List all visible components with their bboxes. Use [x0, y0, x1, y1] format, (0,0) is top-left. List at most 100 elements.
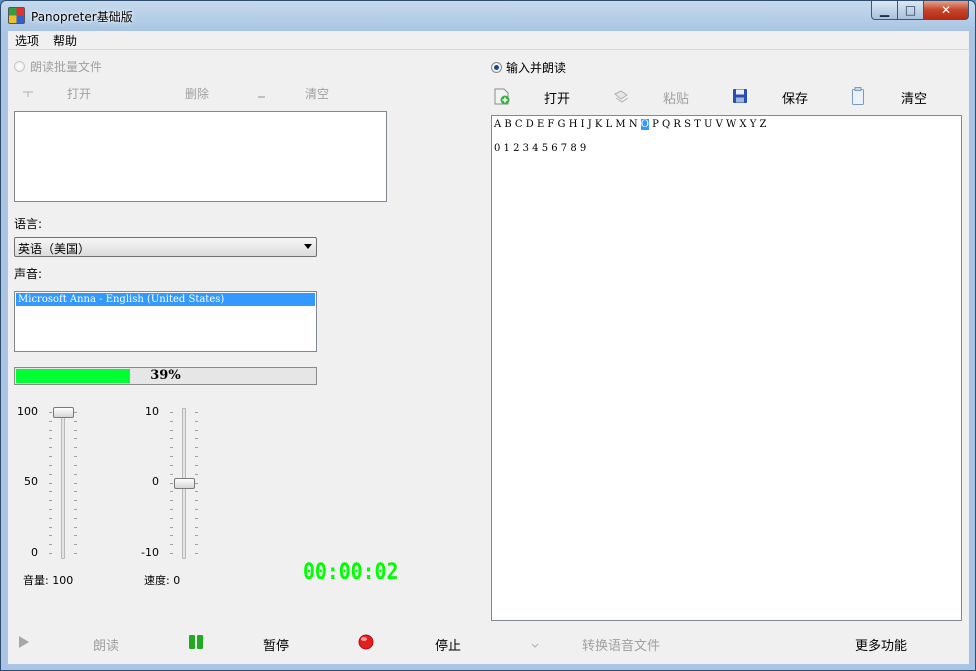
slider-tick	[170, 421, 173, 422]
save-button[interactable]: 保存	[782, 88, 808, 107]
text-line-1-after: P Q R S T U V W X Y Z	[648, 119, 767, 130]
slider-tick	[170, 447, 173, 448]
open-button[interactable]: 打开	[544, 88, 570, 107]
slider-tick	[49, 438, 52, 439]
play-icon	[19, 636, 29, 648]
read-button[interactable]: 朗读	[93, 635, 119, 654]
voice-list-item[interactable]: Microsoft Anna - English (United States)	[16, 293, 315, 306]
volume-tick-max: 100	[17, 405, 38, 418]
slider-tick	[74, 553, 77, 554]
language-select[interactable]: 英语（美国）	[14, 237, 317, 257]
slider-tick	[195, 456, 198, 457]
volume-label-text: 音量:	[23, 574, 49, 587]
elapsed-timer: 00:00:02	[303, 560, 399, 585]
slider-tick	[195, 509, 198, 510]
speed-label-text: 速度:	[144, 574, 170, 587]
speed-slider-thumb[interactable]	[174, 478, 195, 489]
slider-tick	[195, 465, 198, 466]
slider-tick	[74, 456, 77, 457]
slider-tick	[195, 447, 198, 448]
slider-tick	[74, 438, 77, 439]
window-controls: ▁ □ ✕	[871, 1, 969, 21]
slider-tick	[74, 527, 77, 528]
text-input-area[interactable]: A B C D E F G H I J K L M N O P Q R S T …	[491, 115, 962, 621]
text-selection: O	[640, 119, 649, 130]
open-folder-icon	[23, 91, 33, 97]
voice-label: 声音:	[14, 267, 43, 281]
volume-slider-thumb[interactable]	[53, 407, 74, 418]
slider-tick	[74, 474, 77, 475]
maximize-button[interactable]: □	[898, 1, 924, 20]
clear-button[interactable]: 清空	[901, 88, 927, 107]
menu-help[interactable]: 帮助	[46, 32, 84, 49]
speed-value: 0	[173, 574, 181, 587]
app-window: Panopreter基础版 ▁ □ ✕ 选项 帮助 朗读批量文件 打开 删除 清…	[0, 0, 976, 671]
stop-icon	[358, 634, 374, 650]
slider-tick	[49, 535, 52, 536]
batch-delete-button[interactable]: 删除	[185, 85, 209, 102]
slider-tick	[195, 553, 198, 554]
stop-button[interactable]: 停止	[435, 635, 461, 654]
text-line-1-before: A B C D E F G H I J K L M N	[494, 119, 641, 130]
text-line-1: A B C D E F G H I J K L M N O P Q R S T …	[494, 119, 767, 130]
slider-tick	[49, 421, 52, 422]
menu-bar: 选项 帮助	[8, 31, 969, 50]
slider-tick	[74, 465, 77, 466]
more-features-button[interactable]: 更多功能	[855, 635, 907, 654]
batch-files-label: 朗读批量文件	[30, 60, 103, 74]
speed-tick-mid: 0	[152, 475, 159, 488]
pause-icon	[189, 635, 203, 649]
slider-tick	[74, 447, 77, 448]
close-icon: ✕	[940, 3, 952, 17]
pause-button[interactable]: 暂停	[263, 635, 289, 654]
paste-button[interactable]: 粘贴	[663, 88, 689, 107]
slider-tick	[170, 553, 173, 554]
slider-tick	[49, 491, 52, 492]
slider-tick	[49, 474, 52, 475]
voice-list[interactable]: Microsoft Anna - English (United States)	[14, 291, 317, 352]
slider-tick	[195, 491, 198, 492]
slider-tick	[74, 535, 77, 536]
close-button[interactable]: ✕	[924, 1, 969, 20]
slider-tick	[49, 527, 52, 528]
slider-tick	[195, 412, 198, 413]
slider-tick	[170, 544, 173, 545]
slider-tick	[49, 465, 52, 466]
slider-tick	[170, 500, 173, 501]
slider-tick	[195, 421, 198, 422]
speed-tick-min: -10	[141, 546, 159, 559]
input-read-radio[interactable]	[491, 62, 502, 73]
convert-audio-button[interactable]: 转换语音文件	[582, 635, 660, 654]
language-label: 语言:	[14, 217, 43, 231]
slider-tick	[49, 500, 52, 501]
slider-tick	[49, 509, 52, 510]
slider-tick	[49, 553, 52, 554]
slider-tick	[170, 518, 173, 519]
slider-tick	[170, 527, 173, 528]
menu-options[interactable]: 选项	[8, 32, 46, 49]
clear-list-icon	[258, 96, 265, 98]
batch-file-list[interactable]	[14, 111, 387, 202]
paste-icon	[614, 90, 629, 103]
minimize-button[interactable]: ▁	[871, 1, 898, 20]
batch-files-radio[interactable]	[14, 61, 25, 72]
slider-tick	[74, 500, 77, 501]
slider-tick	[170, 474, 173, 475]
slider-tick	[170, 438, 173, 439]
slider-tick	[170, 483, 173, 484]
main-panel: 朗读批量文件 打开 删除 清空 语言: 英语（美国） 声音: Microsoft…	[8, 50, 969, 664]
slider-tick	[195, 430, 198, 431]
input-read-label: 输入并朗读	[506, 61, 567, 75]
volume-value: 100	[52, 574, 74, 587]
slider-tick	[49, 518, 52, 519]
slider-tick	[49, 447, 52, 448]
title-bar[interactable]: Panopreter基础版 ▁ □ ✕	[1, 1, 975, 31]
batch-open-button[interactable]: 打开	[67, 85, 91, 102]
maximize-icon: □	[904, 3, 917, 17]
minimize-icon: ▁	[879, 3, 890, 17]
text-line-2: 0 1 2 3 4 5 6 7 8 9	[494, 143, 587, 154]
slider-tick	[195, 438, 198, 439]
progress-text: 39%	[150, 368, 181, 383]
slider-tick	[170, 412, 173, 413]
batch-clear-button[interactable]: 清空	[305, 85, 329, 102]
